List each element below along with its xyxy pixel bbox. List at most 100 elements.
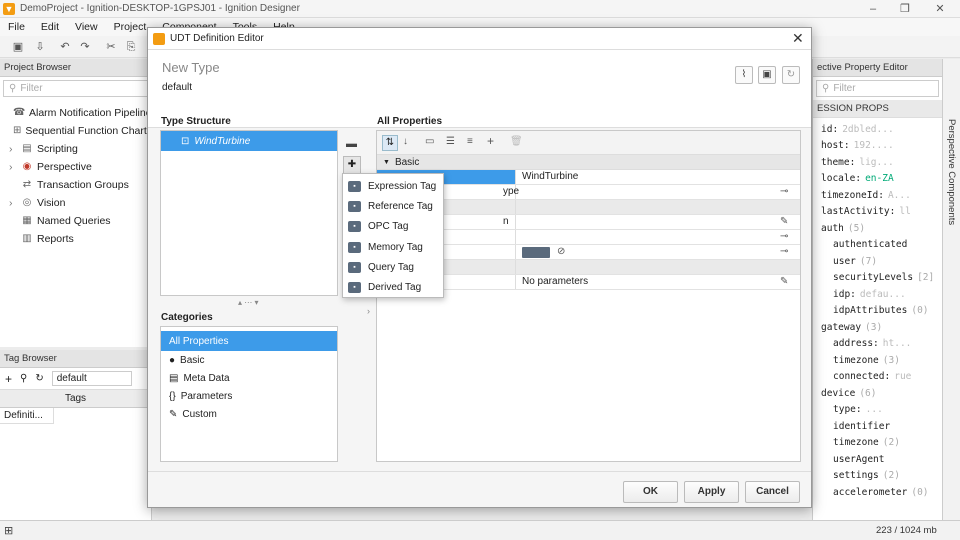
tree-item-perspective[interactable]: › ◉ Perspective (9, 158, 151, 176)
folder-icon[interactable]: ▬ (346, 138, 357, 150)
property-row[interactable]: connected : rue (821, 369, 942, 386)
property-row[interactable]: userAgent (821, 451, 942, 468)
edit-icon[interactable]: ✎ (780, 276, 788, 287)
link-icon[interactable]: ⊸ (780, 186, 788, 197)
property-value[interactable]: rue (894, 371, 911, 382)
property-row[interactable]: timezone (2) (821, 435, 942, 452)
property-value[interactable]: ht... (883, 338, 912, 349)
property-value[interactable]: ll (899, 206, 910, 217)
refresh-icon[interactable]: ↻ (35, 373, 43, 384)
splitter-handle[interactable]: ▴ ⋯ ▾ (238, 298, 258, 307)
property-value[interactable]: 2dbled... (842, 124, 893, 135)
property-value[interactable]: No parameters (522, 276, 588, 287)
grid-icon[interactable]: ⊞ (4, 524, 13, 537)
refresh-icon[interactable]: ↻ (782, 66, 800, 84)
property-row[interactable]: user (7) (821, 253, 942, 270)
apply-button[interactable]: Apply (684, 481, 739, 503)
tree-item-reports[interactable]: ▥ Reports (9, 230, 151, 248)
category-basic[interactable]: ● Basic (161, 351, 337, 369)
delete-icon[interactable]: 🗑 (510, 136, 523, 147)
menu-item-expression-tag[interactable]: ▪ Expression Tag (343, 176, 443, 196)
category-custom[interactable]: ✎ Custom (161, 405, 337, 423)
search-icon[interactable]: ⚲ (20, 373, 27, 384)
property-row[interactable]: locale : en-ZA (821, 171, 942, 188)
tab-tags[interactable]: Tags (0, 390, 151, 408)
save-icon[interactable]: ▣ (11, 40, 25, 54)
add-tag-icon[interactable]: + (5, 372, 12, 386)
property-filter-field[interactable]: ⚲ Filter (816, 80, 939, 97)
add-tag-icon[interactable]: ✚ (343, 156, 361, 174)
close-icon[interactable]: ✕ (792, 30, 804, 47)
tab-perspective-components[interactable]: Perspective Components (946, 119, 957, 225)
minimize-icon[interactable]: – (858, 2, 888, 16)
property-row[interactable]: idpAttributes (0) (821, 303, 942, 320)
property-row[interactable]: timezoneId : A... (821, 187, 942, 204)
property-row[interactable]: accelerometer (0) (821, 484, 942, 501)
group-basic[interactable]: ▼ Basic (377, 155, 800, 170)
menu-edit[interactable]: Edit (33, 18, 67, 36)
property-row[interactable]: host :192.... (821, 138, 942, 155)
tag-column-header[interactable]: Definiti... (0, 408, 54, 424)
property-row[interactable]: gateway (3) (821, 319, 942, 336)
tag-provider-field[interactable]: default (51, 371, 132, 386)
property-row[interactable]: type :... (821, 402, 942, 419)
tree-item-named-queries[interactable]: ▦ Named Queries (9, 212, 151, 230)
property-value[interactable]: en-ZA (865, 173, 894, 184)
publish-icon[interactable]: ⇩ (33, 40, 47, 54)
property-row[interactable]: auth (5) (821, 220, 942, 237)
menu-item-memory-tag[interactable]: ▪ Memory Tag (343, 237, 443, 257)
project-filter-field[interactable]: ⚲ Filter (3, 80, 148, 97)
link-icon[interactable]: ⊸ (780, 246, 788, 257)
tree-item-sfc[interactable]: ⊞ Sequential Function Charts (9, 122, 152, 140)
collapse-all-icon[interactable]: ≡ (467, 136, 473, 147)
clear-icon[interactable]: ⊘ (557, 246, 565, 257)
color-picker[interactable] (522, 247, 550, 258)
sort-alpha-icon[interactable]: ↓ (403, 136, 408, 147)
property-value[interactable]: ... (866, 404, 883, 415)
expand-all-icon[interactable]: ☰ (446, 136, 455, 147)
property-row[interactable]: address : ht... (821, 336, 942, 353)
property-row[interactable]: identifier (821, 418, 942, 435)
category-parameters[interactable]: {} Parameters (161, 387, 337, 405)
add-property-icon[interactable]: + (487, 134, 494, 148)
menu-item-query-tag[interactable]: ▪ Query Tag (343, 257, 443, 277)
menu-item-derived-tag[interactable]: ▪ Derived Tag (343, 277, 443, 297)
sort-categorized-icon[interactable]: ⇅ (382, 135, 398, 151)
redo-icon[interactable]: ↷ (78, 40, 92, 54)
pulse-icon[interactable]: ⌇ (735, 66, 753, 84)
property-row[interactable]: id :2dbled... (821, 121, 942, 138)
undo-icon[interactable]: ↶ (58, 40, 72, 54)
property-row[interactable]: securityLevels [2] (821, 270, 942, 287)
menu-file[interactable]: File (0, 18, 33, 36)
tree-item-alarm-pipelines[interactable]: ☎ Alarm Notification Pipelines (9, 104, 157, 122)
form-icon[interactable]: ▣ (758, 66, 776, 84)
ok-button[interactable]: OK (623, 481, 678, 503)
tree-item-vision[interactable]: › ◎ Vision (9, 194, 151, 212)
property-value[interactable]: WindTurbine (522, 171, 578, 182)
close-window-icon[interactable]: ✕ (925, 2, 955, 16)
property-value[interactable]: 192.... (854, 140, 894, 151)
cut-icon[interactable]: ✂ (104, 40, 118, 54)
maximize-icon[interactable]: ❐ (890, 2, 920, 16)
property-row[interactable]: settings (2) (821, 468, 942, 485)
property-value[interactable]: defau... (860, 289, 906, 300)
property-value[interactable]: lig... (859, 157, 893, 168)
binding-icon[interactable]: ▭ (425, 136, 434, 147)
edit-icon[interactable]: ✎ (780, 216, 788, 227)
menu-item-opc-tag[interactable]: ▪ OPC Tag (343, 217, 443, 237)
property-row[interactable]: lastActivity : ll (821, 204, 942, 221)
tree-item-windturbine[interactable]: ⊡ WindTurbine (161, 131, 337, 151)
property-row[interactable]: timezone (3) (821, 352, 942, 369)
link-icon[interactable]: ⊸ (780, 231, 788, 242)
paste-icon[interactable]: ⎘ (124, 40, 138, 54)
property-row[interactable]: idp : defau... (821, 286, 942, 303)
property-row[interactable]: device (6) (821, 385, 942, 402)
category-meta-data[interactable]: ▤ Meta Data (161, 369, 337, 387)
property-row[interactable]: theme : lig... (821, 154, 942, 171)
tree-item-scripting[interactable]: › ▤ Scripting (9, 140, 151, 158)
property-row[interactable]: authenticated (821, 237, 942, 254)
tree-item-transaction-groups[interactable]: ⇄ Transaction Groups (9, 176, 151, 194)
menu-item-reference-tag[interactable]: ▪ Reference Tag (343, 196, 443, 216)
menu-view[interactable]: View (67, 18, 106, 36)
cancel-button[interactable]: Cancel (745, 481, 800, 503)
